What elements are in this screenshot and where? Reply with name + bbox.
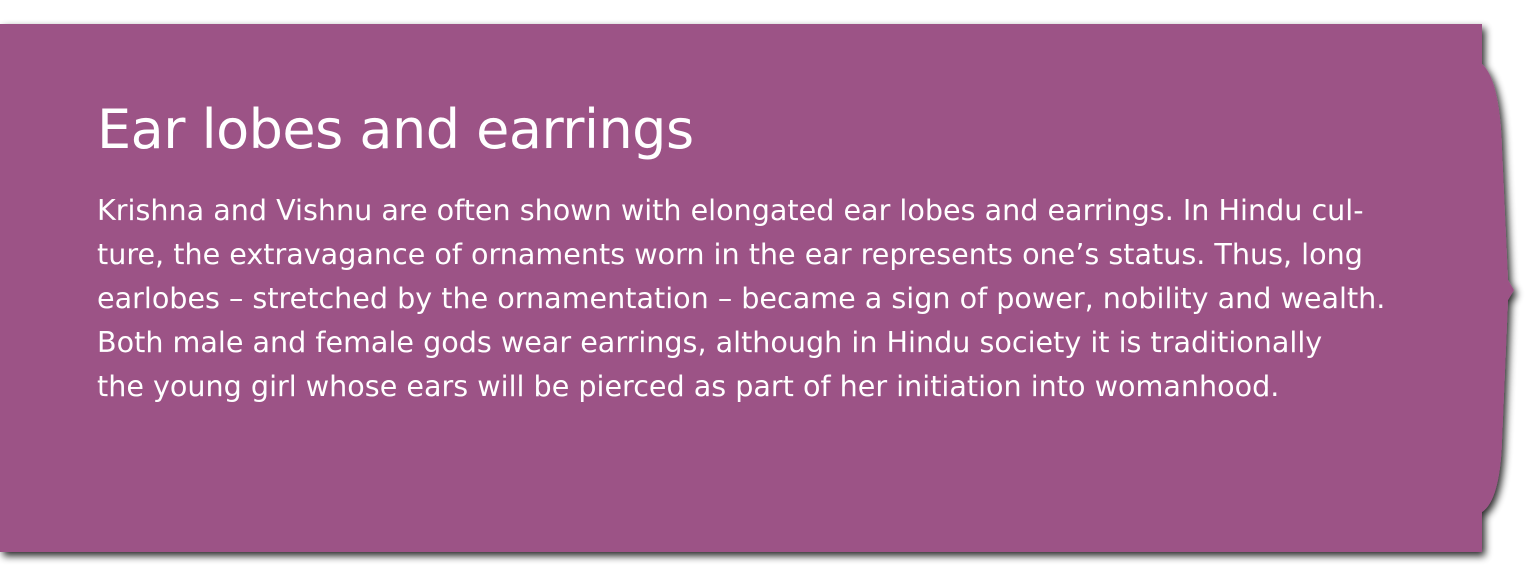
body-line: Krishna and Vishnu are often shown with … [97, 193, 1364, 227]
panel-title: Ear lobes and earrings [97, 98, 694, 161]
panel-content: Ear lobes and earrings Krishna and Vishn… [97, 92, 1477, 408]
panel-body-text: Krishna and Vishnu are often shown with … [97, 188, 1477, 408]
info-panel: Ear lobes and earrings Krishna and Vishn… [0, 0, 1536, 580]
body-line: earlobes – stretched by the ornamentatio… [97, 281, 1386, 315]
body-line: the young girl whose ears will be pierce… [97, 369, 1280, 403]
body-line: ture, the extravagance of ornaments worn… [97, 237, 1363, 271]
body-line: Both male and female gods wear earrings,… [97, 325, 1323, 359]
